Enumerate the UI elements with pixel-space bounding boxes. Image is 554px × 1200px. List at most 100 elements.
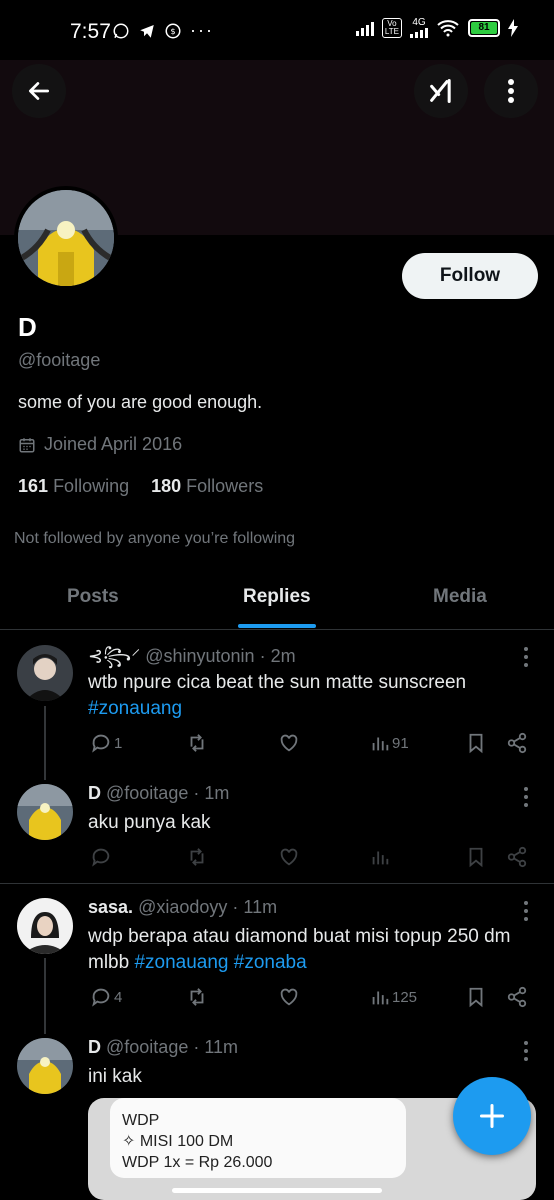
- tab-media[interactable]: Media: [433, 586, 487, 608]
- more-notifications-icon: ···: [190, 20, 214, 40]
- network-label: 4G: [412, 17, 426, 28]
- tweet-body: wtb npure cica beat the sun matte sunscr…: [88, 672, 467, 693]
- bookmark-icon: [469, 733, 483, 754]
- tweet-text: wdp berapa atau diamond buat misi topup …: [88, 924, 511, 976]
- wifi-icon: [437, 20, 459, 37]
- bookmark-button[interactable]: [466, 732, 486, 754]
- tweet-author-handle[interactable]: @fooitage: [106, 783, 188, 803]
- grok-button[interactable]: [414, 64, 468, 118]
- tab-posts[interactable]: Posts: [67, 586, 119, 608]
- retweet-button[interactable]: [186, 986, 208, 1008]
- retweet-icon: [190, 734, 204, 752]
- volte-icon: Vo LTE: [381, 18, 402, 38]
- share-button[interactable]: [506, 732, 528, 754]
- tweet-author-handle[interactable]: @fooitage: [106, 1037, 188, 1057]
- tweet-more-button[interactable]: [518, 787, 534, 807]
- tweet-hashtag[interactable]: #zonauang: [88, 696, 466, 722]
- tweet-author-handle[interactable]: @shinyutonin: [145, 646, 254, 666]
- bookmark-icon: [469, 987, 483, 1008]
- following-count: 161: [18, 476, 49, 496]
- tweet-header: D @fooitage · 11m: [88, 1037, 238, 1058]
- share-button[interactable]: [506, 846, 528, 868]
- followers-count: 180: [151, 476, 182, 496]
- reply-count: 1: [114, 734, 123, 752]
- share-button[interactable]: [506, 986, 528, 1008]
- retweet-button[interactable]: [186, 846, 208, 868]
- share-icon: [507, 846, 527, 868]
- avatar[interactable]: [17, 898, 73, 954]
- plus-icon: [479, 1103, 505, 1129]
- follow-stats: 161 Following 180 Followers: [18, 476, 263, 497]
- signal-icon-2: [410, 28, 428, 38]
- dollar-app-icon: $: [165, 23, 181, 38]
- profile-tabs: Posts Replies Media: [0, 570, 554, 630]
- network-indicator: 4G: [410, 18, 428, 38]
- not-followed-text: Not followed by anyone you’re following: [14, 530, 296, 547]
- reply-button[interactable]: 1: [90, 732, 122, 754]
- like-button[interactable]: [278, 732, 300, 754]
- media-line-2: ✧ MISI 100 DM: [122, 1133, 234, 1150]
- like-button[interactable]: [278, 846, 300, 868]
- signal-icon: [355, 20, 374, 36]
- tab-replies[interactable]: Replies: [243, 586, 311, 608]
- bookmark-icon: [469, 847, 483, 868]
- tweet-author-handle[interactable]: @xiaodoyy: [138, 897, 227, 917]
- views-icon: [372, 737, 389, 751]
- more-options-button[interactable]: [484, 64, 538, 118]
- views-button[interactable]: 91: [370, 732, 409, 754]
- tweet-more-button[interactable]: [518, 901, 534, 921]
- status-bar: 7:57 $ ··· Vo LTE 4G 81: [0, 0, 554, 60]
- profile-avatar[interactable]: [14, 186, 118, 290]
- calendar-icon: [19, 437, 35, 452]
- arrow-left-icon: [28, 82, 50, 100]
- tweet-more-button[interactable]: [518, 647, 534, 667]
- battery-icon: 81: [468, 19, 500, 37]
- followers-link[interactable]: 180 Followers: [151, 476, 263, 497]
- heart-icon: [280, 734, 298, 752]
- views-count: 125: [392, 988, 418, 1006]
- vertical-dots-icon: [508, 79, 514, 103]
- scooter-photo: [17, 1038, 73, 1094]
- charging-icon: [508, 19, 518, 37]
- battery-level: 81: [471, 22, 497, 34]
- reply-button[interactable]: 4: [90, 986, 122, 1008]
- share-icon: [507, 986, 527, 1008]
- reply-icon: [92, 988, 110, 1007]
- views-count: 91: [392, 734, 409, 752]
- tweet-time: · 2m: [259, 646, 296, 666]
- avatar[interactable]: [17, 1038, 73, 1094]
- retweet-icon: [190, 848, 204, 866]
- profile-handle: @fooitage: [18, 350, 101, 370]
- following-link[interactable]: 161 Following: [18, 476, 129, 497]
- avatar[interactable]: [17, 645, 73, 701]
- status-system-icons: Vo LTE 4G 81: [355, 18, 518, 38]
- tweet-more-button[interactable]: [518, 1041, 534, 1061]
- thread-line: [44, 958, 46, 1034]
- avatar[interactable]: [17, 784, 73, 840]
- views-button[interactable]: [370, 846, 390, 868]
- back-button[interactable]: [12, 64, 66, 118]
- tweet-author-name: sasa.: [88, 897, 134, 917]
- bookmark-button[interactable]: [466, 986, 486, 1008]
- followers-label: Followers: [186, 476, 264, 496]
- whatsapp-icon: [113, 23, 129, 38]
- tweet-text: aku punya kak: [88, 812, 211, 833]
- tweet-hashtag[interactable]: #zonauang #zonaba: [134, 952, 306, 973]
- views-button[interactable]: 125: [370, 986, 417, 1008]
- media-line-3: WDP 1x = Rp 26.000: [122, 1154, 273, 1171]
- media-line-1: WDP: [122, 1112, 160, 1129]
- views-icon: [372, 991, 389, 1005]
- follow-button[interactable]: Follow: [402, 253, 538, 299]
- tweet-actions: 1 91: [88, 732, 528, 758]
- tweet-time: · 1m: [193, 783, 230, 803]
- tweet-author-name: D: [88, 1037, 101, 1057]
- views-icon: [372, 851, 389, 865]
- like-button[interactable]: [278, 986, 300, 1008]
- bookmark-button[interactable]: [466, 846, 486, 868]
- home-indicator[interactable]: [172, 1188, 382, 1193]
- tweet-actions: [88, 846, 528, 872]
- reply-button[interactable]: [90, 846, 112, 868]
- status-notification-icons: $ ···: [112, 20, 214, 41]
- compose-button[interactable]: [453, 1077, 531, 1155]
- retweet-button[interactable]: [186, 732, 208, 754]
